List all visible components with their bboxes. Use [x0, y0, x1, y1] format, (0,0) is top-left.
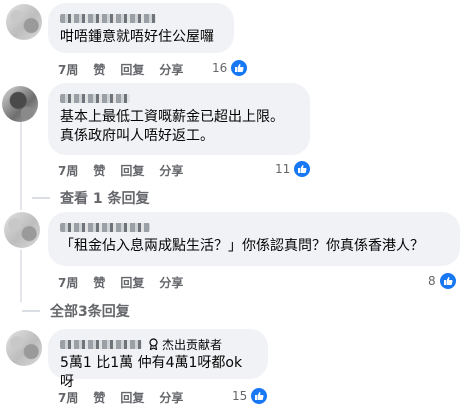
author-name: 杰出贡献者 — [60, 336, 256, 353]
avatar[interactable] — [6, 330, 42, 366]
reaction-count[interactable]: 8 — [428, 272, 457, 290]
comment-actions: 7周 赞 回复 分享 — [58, 162, 198, 179]
thumbs-up-icon — [438, 272, 457, 290]
timestamp[interactable]: 7周 — [58, 162, 78, 179]
reaction-count[interactable]: 16 — [212, 59, 249, 77]
share-button[interactable]: 分享 — [159, 389, 183, 406]
timestamp[interactable]: 7周 — [58, 389, 78, 406]
timestamp[interactable]: 7周 — [58, 61, 78, 78]
share-button[interactable]: 分享 — [159, 162, 183, 179]
thread-line — [20, 250, 22, 302]
reply-button[interactable]: 回复 — [120, 274, 144, 291]
comment-text: 基本上最低工資嘅薪金已超出上限。 真係政府叫人唔好返工。 — [60, 109, 284, 144]
comment-bubble: 杰出贡献者 5萬1 比1萬 仲有4萬1呀都ok呀 — [48, 329, 268, 390]
avatar[interactable] — [2, 86, 38, 122]
all-replies-link[interactable]: 全部3条回复 — [22, 301, 130, 321]
contributor-badge-icon — [149, 338, 158, 350]
like-button[interactable]: 赞 — [93, 274, 105, 291]
reply-button[interactable]: 回复 — [120, 61, 144, 78]
comment-bubble: 咁唔鍾意就唔好住公屋囉 — [48, 3, 234, 53]
view-replies-link[interactable]: 查看 1 条回复 — [32, 188, 150, 208]
thumbs-up-icon — [250, 387, 269, 405]
like-button[interactable]: 赞 — [93, 162, 105, 179]
avatar[interactable] — [4, 212, 40, 248]
timestamp[interactable]: 7周 — [58, 274, 78, 291]
author-name[interactable] — [60, 11, 222, 25]
comment-actions: 7周 赞 回复 分享 — [58, 61, 198, 78]
contributor-badge[interactable]: 杰出贡献者 — [148, 336, 222, 353]
comment-actions: 7周 赞 回复 分享 — [58, 274, 198, 291]
comment-bubble: 基本上最低工資嘅薪金已超出上限。 真係政府叫人唔好返工。 — [48, 83, 310, 155]
author-name[interactable] — [60, 220, 448, 234]
comment-text: 咁唔鍾意就唔好住公屋囉 — [60, 29, 214, 45]
comment-actions: 7周 赞 回复 分享 — [58, 389, 198, 406]
share-button[interactable]: 分享 — [159, 274, 183, 291]
like-button[interactable]: 赞 — [93, 389, 105, 406]
reaction-count[interactable]: 11 — [275, 160, 312, 178]
comment-bubble: 「租金佔入息兩成點生活？」你係認真問？你真係香港人？ — [48, 212, 460, 266]
thumbs-up-icon — [230, 59, 249, 77]
reaction-count[interactable]: 15 — [232, 387, 269, 405]
thread-line — [20, 120, 22, 210]
like-button[interactable]: 赞 — [93, 61, 105, 78]
comment-text: 「租金佔入息兩成點生活？」你係認真問？你真係香港人？ — [60, 238, 424, 254]
reply-button[interactable]: 回复 — [120, 162, 144, 179]
share-button[interactable]: 分享 — [159, 61, 183, 78]
thumbs-up-icon — [293, 160, 312, 178]
avatar[interactable] — [6, 4, 42, 40]
author-name[interactable] — [60, 91, 298, 105]
comment-text: 5萬1 比1萬 仲有4萬1呀都ok呀 — [60, 355, 243, 390]
reply-button[interactable]: 回复 — [120, 389, 144, 406]
